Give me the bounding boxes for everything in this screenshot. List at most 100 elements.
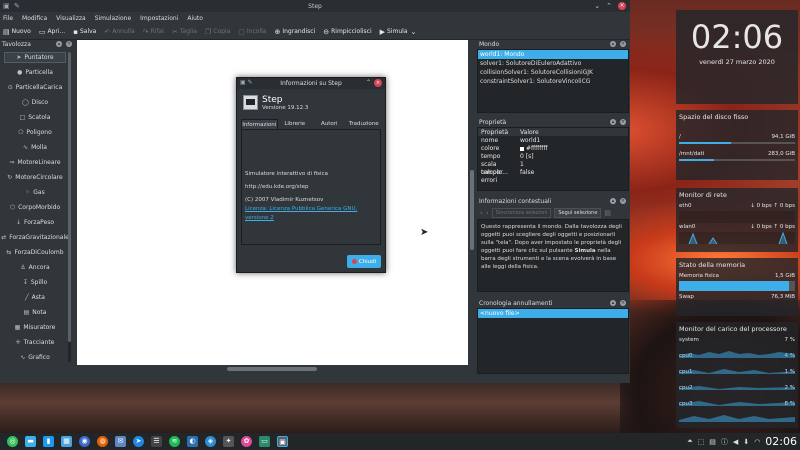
dolphin-icon[interactable]: ▦ <box>61 436 72 447</box>
volume-icon[interactable]: ◀ <box>733 438 738 446</box>
property-row[interactable]: calcolo errori false <box>478 169 628 184</box>
app-url[interactable]: http://edu.kde.org/step <box>245 183 377 192</box>
palette-item-anchor[interactable]: ⚓ Ancora <box>2 262 68 273</box>
zoom-in-button[interactable]: ⊕ Ingrandisci <box>274 28 315 36</box>
float-icon[interactable]: ▴ <box>610 300 616 306</box>
tab-libraries[interactable]: Librerie <box>278 119 313 129</box>
new-button[interactable]: ▤ Nuovo <box>3 28 31 36</box>
chromium-icon[interactable]: ◉ <box>79 436 90 447</box>
menu-simulation[interactable]: Simulazione <box>95 15 131 22</box>
tab-information[interactable]: Informazioni <box>241 119 278 129</box>
network-tray-icon[interactable]: ⬚ <box>698 438 705 446</box>
open-browser-icon[interactable]: ▤ <box>604 209 611 217</box>
steam-icon[interactable]: ◐ <box>187 436 198 447</box>
window-titlebar[interactable]: ▣ ✎ Step ⌄ ⌃ × <box>0 0 630 12</box>
digital-clock-widget[interactable]: 02:06 venerdì 27 marzo 2020 <box>676 10 798 104</box>
palette-item-note[interactable]: ▤ Nota <box>2 307 68 318</box>
property-row[interactable]: colore #ffffffff <box>478 145 628 153</box>
dock-close-icon[interactable]: × <box>620 198 626 204</box>
world-item[interactable]: world1: Mondo <box>478 50 628 59</box>
palette-item-pin[interactable]: ↧ Spillo <box>2 277 68 288</box>
app-launcher-icon[interactable]: ◎ <box>7 436 18 447</box>
palette-item-polygon[interactable]: ⬠ Poligono <box>2 127 68 138</box>
cut-button[interactable]: ✂ Taglia <box>172 28 197 36</box>
firefox-icon[interactable]: ◍ <box>97 436 108 447</box>
cpu-load-widget[interactable]: Monitor del carico del processore system… <box>676 322 798 428</box>
menu-file[interactable]: File <box>3 15 13 22</box>
palette-item-weight-force[interactable]: ↓ ForzaPeso <box>2 217 68 228</box>
mail-icon[interactable]: ✉ <box>115 436 126 447</box>
property-row[interactable]: scala tempor... 1 <box>478 161 628 176</box>
header-value[interactable]: Valore <box>520 128 628 136</box>
menu-view[interactable]: Visualizza <box>56 15 86 22</box>
krita-icon[interactable]: ✿ <box>241 436 252 447</box>
notes-icon[interactable]: ☰ <box>151 436 162 447</box>
sync-selection-button[interactable]: Sincronizza selezioni <box>491 207 552 218</box>
network-monitor-widget[interactable]: Monitor di rete eth0 ↓ 0 bps ↑ 0 bps wlan… <box>676 188 798 252</box>
simulate-button[interactable]: ▶ Simula ⌄ <box>380 28 419 36</box>
palette-item-graph[interactable]: ∿ Grafico <box>2 352 68 363</box>
telegram-icon[interactable]: ➤ <box>133 436 144 447</box>
clipboard-icon[interactable]: ▤ <box>709 438 716 446</box>
palette-item-particle[interactable]: ● Particella <box>2 67 68 78</box>
follow-selection-button[interactable]: Segui selezione <box>554 207 602 218</box>
palette-item-linear-motor[interactable]: ⇒ MotoreLineare <box>2 157 68 168</box>
save-button[interactable]: ▪ Salva <box>73 28 96 36</box>
dock-close-icon[interactable]: × <box>620 119 626 125</box>
dialog-menu-icon[interactable]: ▣ ✎ <box>240 79 253 86</box>
maximize-icon[interactable]: ⌃ <box>606 2 612 10</box>
dock-close-icon[interactable]: × <box>620 41 626 47</box>
tray-expand-icon[interactable]: ⏶ <box>687 437 693 446</box>
tab-authors[interactable]: Autori <box>312 119 347 129</box>
memory-widget[interactable]: Stato della memoria Memoria fisica 1,5 Gi… <box>676 258 798 316</box>
header-property[interactable]: Proprietà <box>478 128 520 136</box>
terminal-icon[interactable]: ▭ <box>259 436 270 447</box>
back-icon[interactable]: ‹ <box>480 209 483 217</box>
undo-button[interactable]: ↶ Annulla <box>104 28 134 36</box>
canvas-vscroll-thumb[interactable] <box>470 170 474 250</box>
property-row[interactable]: tempo 0 [s] <box>478 153 628 161</box>
property-row[interactable]: nome world1 <box>478 137 628 145</box>
float-icon[interactable]: ▴ <box>56 41 62 47</box>
tab-translation[interactable]: Traduzione <box>347 119 382 129</box>
world-item[interactable]: constraintSolver1: SolutoreVincoliCG <box>478 77 628 86</box>
palette-item-soft-body[interactable]: ⬡ CorpoMorbido <box>2 202 68 213</box>
dialog-titlebar[interactable]: ▣ ✎ Informazioni su Step ⌃ × <box>237 78 385 89</box>
palette-item-stick[interactable]: ╱ Asta <box>2 292 68 303</box>
zoom-out-button[interactable]: ⊖ Rimpicciolisci <box>323 28 371 36</box>
palette-item-tracer[interactable]: ✛ Tracciante <box>2 337 68 348</box>
palette-item-pointer[interactable]: ➤ Puntatore <box>4 52 66 63</box>
minimize-icon[interactable]: ⌄ <box>594 2 600 10</box>
palette-item-box[interactable]: □ Scatola <box>2 112 68 123</box>
wifi-icon[interactable]: ◠ <box>754 438 760 446</box>
license-link[interactable]: Licenza: Licenza Pubblica Generica GNU, … <box>245 205 377 223</box>
float-icon[interactable]: ▴ <box>610 41 616 47</box>
spotify-icon[interactable]: ≋ <box>169 436 180 447</box>
canvas-hscroll-thumb[interactable] <box>227 367 317 371</box>
canvas-horizontal-scrollbar[interactable] <box>77 366 468 372</box>
paste-button[interactable]: ▢ Incolla <box>238 28 266 36</box>
palette-item-spring[interactable]: ∿ Molla <box>2 142 68 153</box>
menu-help[interactable]: Aiuto <box>187 15 203 22</box>
palette-scroll-thumb[interactable] <box>68 52 71 342</box>
close-dialog-button[interactable]: Chiudi <box>347 255 381 268</box>
kde-connect-icon[interactable]: ◈ <box>205 436 216 447</box>
palette-item-meter[interactable]: ▦ Misuratore <box>2 322 68 333</box>
float-icon[interactable]: ▴ <box>610 119 616 125</box>
float-icon[interactable]: ▴ <box>610 198 616 204</box>
dialog-close-icon[interactable]: × <box>374 79 382 87</box>
world-item[interactable]: collisionSolver1: SolutoreCollisioniGJK <box>478 68 628 77</box>
settings-icon[interactable]: ✦ <box>223 436 234 447</box>
dialog-maximize-icon[interactable]: ⌃ <box>366 79 371 87</box>
world-item[interactable]: solver1: SolutoreDiEuleroAdattivo <box>478 59 628 68</box>
canvas-vertical-scrollbar[interactable] <box>469 40 475 365</box>
palette-item-gas[interactable]: ⁘ Gas <box>2 187 68 198</box>
history-item[interactable]: <nuovo file> <box>478 309 628 318</box>
copy-button[interactable]: ❐ Copia <box>205 28 230 36</box>
forward-icon[interactable]: › <box>486 209 489 217</box>
taskbar-clock[interactable]: 02:06 <box>765 435 797 448</box>
redo-button[interactable]: ↷ Rifai <box>143 28 164 36</box>
desktop-icon[interactable]: ▬ <box>25 436 36 447</box>
close-window-icon[interactable]: × <box>618 2 626 10</box>
menu-settings[interactable]: Impostazioni <box>140 15 178 22</box>
